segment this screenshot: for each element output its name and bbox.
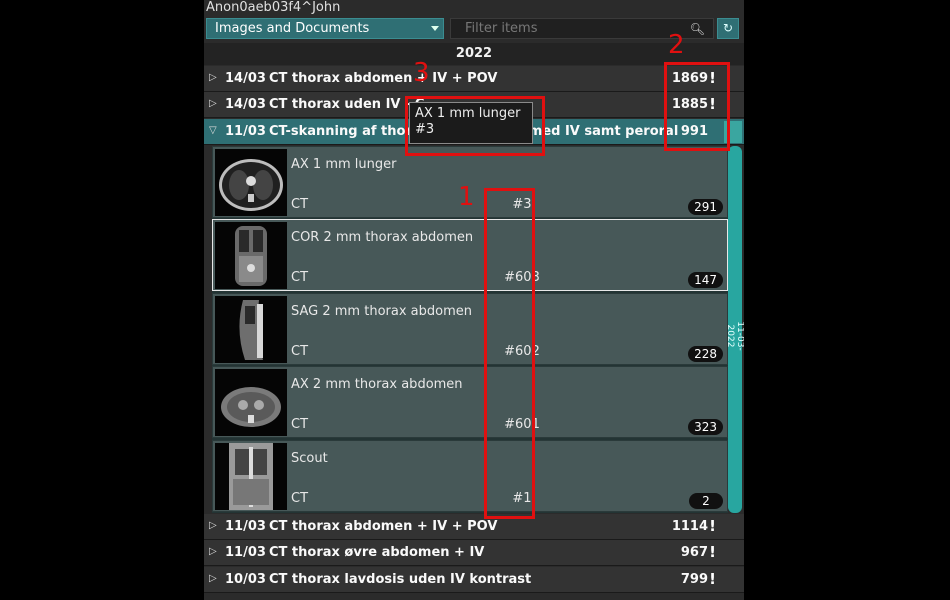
collapse-triangle-icon[interactable]: ▽ <box>209 125 217 136</box>
series-item[interactable]: SAG 2 mm thorax abdomen CT #602 228 <box>212 293 728 365</box>
study-row[interactable]: ▷ 14/03 CT thorax abdomen + IV + POV 186… <box>204 66 744 92</box>
study-row[interactable]: ▷ 11/03 CT thorax abdomen + IV + POV 111… <box>204 514 744 540</box>
filter-placeholder: Filter items <box>465 21 538 36</box>
series-name: COR 2 mm thorax abdomen <box>291 230 474 245</box>
series-item[interactable]: AX 2 mm thorax abdomen CT #601 323 <box>212 366 728 438</box>
series-thumbnail <box>215 369 287 436</box>
expand-triangle-icon[interactable]: ▷ <box>209 573 217 584</box>
study-description: CT thorax abdomen + IV + POV <box>269 71 498 86</box>
annotation-label-3: 3 <box>413 58 430 88</box>
series-thumbnail <box>215 296 287 363</box>
sagittal-thumbnail <box>239 300 263 360</box>
annotation-box-1 <box>484 188 535 519</box>
series-modality: CT <box>291 491 309 506</box>
chevron-down-icon <box>431 26 439 31</box>
study-date: 14/03 <box>225 71 266 86</box>
study-description: CT thorax uden IV - C <box>269 97 425 112</box>
study-date: 10/03 <box>225 572 266 587</box>
series-image-count-badge: 323 <box>688 419 723 435</box>
series-thumbnail <box>215 149 287 216</box>
series-modality: CT <box>291 417 309 432</box>
study-date: 11/03 <box>225 124 266 139</box>
vertical-study-date: 11-03-2022 <box>725 321 744 351</box>
series-image-count-badge: 291 <box>688 199 723 215</box>
series-thumbnail <box>215 222 287 289</box>
axial-abdomen-thumbnail <box>221 387 281 427</box>
series-modality: CT <box>291 197 309 212</box>
expand-triangle-icon[interactable]: ▷ <box>209 520 217 531</box>
study-date: 11/03 <box>225 519 266 534</box>
view-mode-dropdown[interactable]: Images and Documents <box>206 18 444 39</box>
patient-name: Anon0aeb03f4^John <box>206 0 341 15</box>
study-description: CT thorax øvre abdomen + IV <box>269 545 485 560</box>
coronal-thumbnail <box>235 226 267 286</box>
expand-triangle-icon[interactable]: ▷ <box>209 546 217 557</box>
series-thumbnail <box>215 443 287 510</box>
study-image-count: 1114 <box>671 519 708 534</box>
study-browser-panel: Anon0aeb03f4^John Images and Documents F… <box>204 0 744 600</box>
series-name: AX 1 mm lunger <box>291 157 397 172</box>
axial-lung-thumbnail <box>219 159 283 211</box>
refresh-icon[interactable]: ↻ <box>717 18 739 39</box>
annotation-box-2 <box>664 62 730 151</box>
series-modality: CT <box>291 344 309 359</box>
series-item[interactable]: Scout CT #1 2 <box>212 440 728 512</box>
study-date-scrollbar[interactable]: 11-03-2022 <box>725 146 744 513</box>
scout-thumbnail <box>229 443 273 510</box>
series-image-count-badge: 228 <box>688 346 723 362</box>
study-row[interactable]: ▷ 10/03 CT thorax lavdosis uden IV kontr… <box>204 567 744 593</box>
study-date: 14/03 <box>225 97 266 112</box>
expand-triangle-icon[interactable]: ▷ <box>209 72 217 83</box>
series-item[interactable]: COR 2 mm thorax abdomen CT #603 147 <box>212 219 728 291</box>
search-icon[interactable]: 🔍︎ <box>690 22 705 36</box>
year-header: 2022 <box>204 43 744 65</box>
study-row[interactable]: ▷ 11/03 CT thorax øvre abdomen + IV 967 … <box>204 540 744 566</box>
expand-triangle-icon[interactable]: ▷ <box>209 98 217 109</box>
series-image-count-badge: 2 <box>689 493 723 509</box>
series-image-count-badge: 147 <box>688 272 723 288</box>
study-image-count: 967 <box>680 545 708 560</box>
study-date: 11/03 <box>225 545 266 560</box>
warning-icon: ! <box>709 517 716 535</box>
study-description: CT thorax lavdosis uden IV kontrast <box>269 572 532 587</box>
annotation-box-3 <box>405 96 545 156</box>
series-modality: CT <box>291 270 309 285</box>
warning-icon: ! <box>709 543 716 561</box>
study-description: CT thorax abdomen + IV + POV <box>269 519 498 534</box>
series-name: AX 2 mm thorax abdomen <box>291 377 463 392</box>
series-name: Scout <box>291 451 328 466</box>
series-name: SAG 2 mm thorax abdomen <box>291 304 472 319</box>
warning-icon: ! <box>709 570 716 588</box>
annotation-label-2: 2 <box>668 30 685 60</box>
dropdown-value: Images and Documents <box>215 21 370 36</box>
annotation-label-1: 1 <box>458 182 475 212</box>
study-image-count: 799 <box>680 572 708 587</box>
